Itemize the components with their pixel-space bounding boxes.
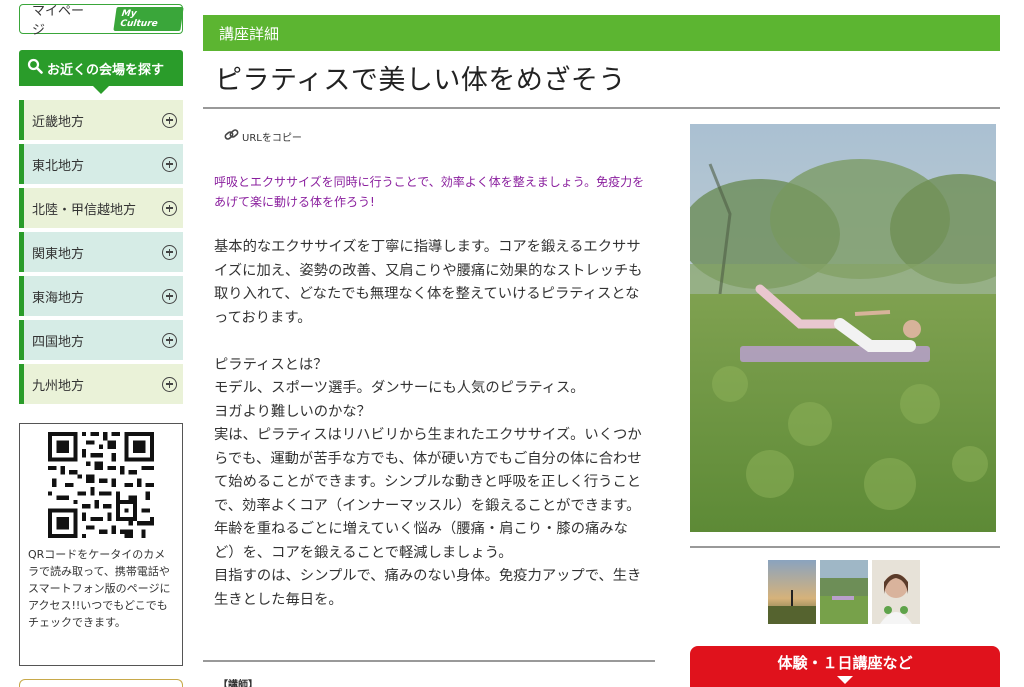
thumbnail-field[interactable]: [820, 560, 868, 624]
link-icon: [224, 128, 242, 145]
plus-circle-icon[interactable]: [162, 332, 177, 348]
thumbnail-sunset[interactable]: [768, 560, 816, 624]
description-line: ピラティスとは？: [214, 356, 328, 373]
qr-description: QRコードをケータイのカメラで読み取って、携帯電話やスマートフォン版のページにア…: [28, 548, 171, 629]
title-divider: [203, 107, 1000, 109]
region-item-kanto[interactable]: 関東地方: [19, 232, 183, 272]
course-description: 基本的なエクササイズを丁寧に指導します。コアを鍛えるエクササイズに加え、姿勢の改…: [214, 236, 646, 612]
plus-circle-icon[interactable]: [162, 200, 177, 216]
region-label: 東北地方: [32, 158, 85, 174]
description-line: ヨガより難しいのかな？: [214, 403, 371, 420]
content-divider: [203, 660, 655, 662]
mypage-link[interactable]: マイページ My Culture: [19, 4, 184, 38]
description-line: 年齢を重ねるごとに増えていく悩み（腰痛・肩こり・膝の痛みなど）を、コアを鍛えるこ…: [214, 521, 628, 561]
plus-circle-icon[interactable]: [162, 244, 177, 260]
copy-url-label: URLをコピー: [242, 133, 302, 144]
region-item-kyushu[interactable]: 九州地方: [19, 364, 183, 404]
lead-text: 呼吸とエクササイズを同時に行うことで、効率よく体を整えましょう。免疫力をあげて楽…: [214, 175, 645, 209]
trial-course-pointer: [837, 676, 853, 684]
my-culture-logo: My Culture: [113, 7, 184, 31]
description-line: 目指すのは、シンプルで、痛みのない身体。免疫力アップで、生き生きとした毎日を。: [214, 568, 642, 608]
thumbnail-instructor[interactable]: [872, 560, 920, 624]
region-label: 北陸・甲信越地方: [32, 202, 137, 218]
plus-circle-icon[interactable]: [162, 376, 177, 392]
section-label: 講座詳細: [219, 24, 280, 43]
teacher-heading: 【講師】: [218, 680, 258, 687]
plus-circle-icon[interactable]: [162, 156, 177, 172]
region-label: 四国地方: [32, 334, 85, 350]
qr-panel: QRコードをケータイのカメラで読み取って、携帯電話やスマートフォン版のページにア…: [19, 423, 183, 666]
description-line: モデル、スポーツ選手。ダンサーにも人気のピラティス。: [214, 380, 585, 396]
region-item-hokuriku[interactable]: 北陸・甲信越地方: [19, 188, 183, 228]
region-item-tohoku[interactable]: 東北地方: [19, 144, 183, 184]
mypage-label: マイページ: [32, 4, 85, 38]
region-label: 東海地方: [32, 290, 85, 306]
page-title: ピラティスで美しい体をめざそう: [215, 65, 626, 96]
region-list: 近畿地方 東北地方 北陸・甲信越地方 関東地方 東海地方 四国地方 九州地方: [19, 100, 183, 408]
region-label: 関東地方: [32, 246, 85, 262]
main-course-photo: [690, 124, 996, 532]
region-label: 九州地方: [32, 378, 85, 394]
section-header: 講座詳細: [203, 15, 1000, 51]
find-venue-label: お近くの会場を探す: [47, 62, 165, 78]
search-icon: [27, 58, 43, 78]
copy-url-button[interactable]: URLをコピー: [224, 128, 302, 145]
region-item-tokai[interactable]: 東海地方: [19, 276, 183, 316]
region-item-shikoku[interactable]: 四国地方: [19, 320, 183, 360]
find-venue-pointer: [93, 86, 109, 94]
description-paragraph: 基本的なエクササイズを丁寧に指導します。コアを鍛えるエクササイズに加え、姿勢の改…: [214, 239, 643, 326]
plus-circle-icon[interactable]: [162, 112, 177, 128]
region-item-kinki[interactable]: 近畿地方: [19, 100, 183, 140]
description-line: 実は、ピラティスはリハビリから生まれたエクササイズ。いくつからでも、運動が苦手な…: [214, 427, 642, 514]
region-label: 近畿地方: [32, 114, 85, 130]
qr-code-image: [48, 432, 154, 538]
photo-divider: [690, 546, 1000, 548]
photo-thumbnails: [768, 560, 920, 624]
find-venue-button[interactable]: お近くの会場を探す: [19, 50, 183, 86]
plus-circle-icon[interactable]: [162, 288, 177, 304]
sidebar-next-panel: [19, 679, 183, 687]
